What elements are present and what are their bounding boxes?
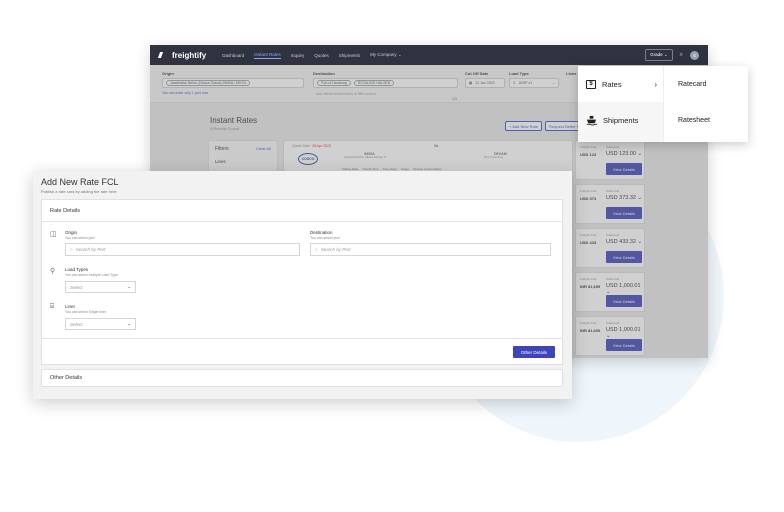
pin-icon: ⚲: [50, 268, 56, 275]
modal-title: Add New Rate FCL: [41, 177, 119, 187]
rate-details-panel: Rate Details ◫ Origin You can select por…: [41, 199, 563, 339]
destination-field-label: Destination: [310, 230, 333, 235]
search-icon[interactable]: ⌕: [680, 52, 683, 59]
liner-label: Liner: [65, 304, 76, 309]
liner-select[interactable]: Select ⌄: [65, 318, 136, 330]
rate-details-heading: Rate Details: [42, 200, 562, 222]
panel-footer: Other Details: [41, 339, 563, 365]
nav-dashboard[interactable]: Dashboard: [222, 53, 244, 58]
load-types-label: Load Types: [65, 267, 89, 272]
liner-hint: You can select Single liner: [65, 310, 106, 314]
search-icon: ○: [315, 247, 318, 252]
destination-search-input[interactable]: ○ Search by Port: [310, 243, 551, 256]
load-types-hint: You can select multiple Load Type: [65, 273, 118, 277]
menu-item-shipments[interactable]: Shipments: [578, 102, 663, 138]
nav-right: Grade ⌄ ⌕ S: [645, 49, 699, 61]
building-icon: ⌸: [50, 303, 55, 310]
stage: freightify Dashboard Instant Rates Inqui…: [0, 0, 784, 512]
chevron-down-icon: ⌄: [127, 321, 131, 326]
menu-item-shipments-label: Shipments: [603, 115, 639, 125]
nav-my-company[interactable]: My Company ⌄: [370, 52, 402, 58]
other-details-section[interactable]: Other Details: [41, 369, 563, 387]
rates-dropdown-menu: $ Rates › Shipments Ratecard Ratesheet: [578, 66, 748, 142]
load-types-select[interactable]: Select ⌄: [65, 281, 136, 293]
liner-placeholder: Select: [70, 321, 83, 327]
avatar[interactable]: S: [690, 50, 699, 60]
top-nav: freightify Dashboard Instant Rates Inqui…: [150, 45, 708, 65]
modal-subtitle: Publish a rate card by adding the rate h…: [41, 189, 117, 194]
origin-placeholder: Search by Port: [75, 247, 106, 252]
search-icon: ○: [70, 247, 73, 252]
nav-inquiry[interactable]: Inquiry: [291, 53, 305, 58]
menu-sub-column: Ratecard Ratesheet: [664, 66, 748, 142]
chevron-right-icon: ›: [654, 79, 657, 89]
map-icon: ◫: [50, 231, 57, 238]
origin-field-label: Origin: [65, 230, 78, 235]
logo-icon: [157, 52, 171, 58]
menu-item-rates-label: Rates: [602, 79, 622, 89]
dollar-icon: $: [586, 79, 596, 89]
nav-quotes[interactable]: Quotes: [314, 53, 329, 58]
menu-main-column: $ Rates › Shipments: [578, 66, 664, 142]
menu-item-rates[interactable]: $ Rates ›: [578, 66, 663, 102]
other-details-button[interactable]: Other Details: [513, 346, 555, 358]
submenu-ratesheet[interactable]: Ratesheet: [664, 102, 748, 138]
submenu-ratecard[interactable]: Ratecard: [664, 66, 748, 102]
brand-name: freightify: [172, 50, 207, 60]
nav-shipments[interactable]: Shipments: [339, 53, 360, 58]
load-types-placeholder: Select: [70, 284, 83, 290]
brand-logo[interactable]: freightify: [157, 50, 207, 60]
nav-instant-rates[interactable]: Instant Rates: [254, 52, 281, 59]
chevron-down-icon: ⌄: [127, 284, 131, 289]
origin-field-hint: You can select port: [65, 236, 95, 240]
add-rate-modal: Add New Rate FCL Publish a rate card by …: [33, 171, 572, 399]
ship-icon: [586, 115, 597, 125]
origin-search-input[interactable]: ○ Search by Port: [65, 243, 300, 256]
grade-dropdown[interactable]: Grade ⌄: [645, 49, 673, 61]
destination-field-hint: You can select port: [310, 236, 340, 240]
destination-placeholder: Search by Port: [320, 247, 351, 252]
